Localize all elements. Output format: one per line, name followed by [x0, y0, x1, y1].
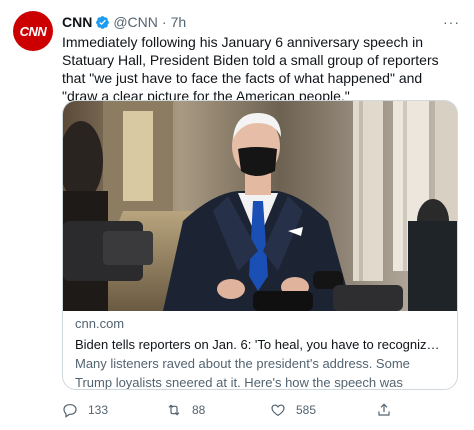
like-count: 585 — [296, 403, 317, 417]
heart-icon — [271, 404, 285, 417]
timestamp[interactable]: 7h — [171, 14, 187, 30]
verified-badge-icon — [96, 15, 110, 29]
retweet-count: 88 — [192, 403, 206, 417]
handle[interactable]: @CNN — [113, 14, 158, 30]
reply-button[interactable]: 133 — [62, 402, 108, 418]
card-domain: cnn.com — [75, 316, 125, 331]
tweet-header: CNN @CNN · 7h — [62, 12, 186, 32]
tweet-actions: 133 88 585 — [62, 402, 402, 422]
separator-dot: · — [161, 14, 167, 30]
reply-icon — [63, 404, 77, 418]
retweet-button[interactable]: 88 — [166, 402, 205, 418]
tweet-text: Immediately following his January 6 anni… — [62, 34, 439, 104]
link-card[interactable]: cnn.com Biden tells reporters on Jan. 6:… — [62, 100, 458, 390]
tweet[interactable]: CNN CNN @CNN · 7h ··· Immediately follow… — [0, 0, 474, 430]
card-body: cnn.com Biden tells reporters on Jan. 6:… — [63, 313, 457, 390]
retweet-icon — [168, 404, 180, 416]
card-title[interactable]: Biden tells reporters on Jan. 6: 'To hea… — [75, 336, 445, 353]
avatar[interactable]: CNN — [13, 11, 53, 51]
more-icon[interactable]: ··· — [443, 14, 460, 30]
share-button[interactable] — [376, 402, 392, 418]
display-name[interactable]: CNN — [62, 14, 92, 30]
card-image — [63, 101, 457, 311]
cnn-logo: CNN — [19, 23, 47, 39]
card-description: Many listeners raved about the president… — [75, 356, 410, 390]
reply-count: 133 — [88, 403, 109, 417]
like-button[interactable]: 585 — [270, 402, 316, 418]
share-icon — [378, 403, 390, 416]
